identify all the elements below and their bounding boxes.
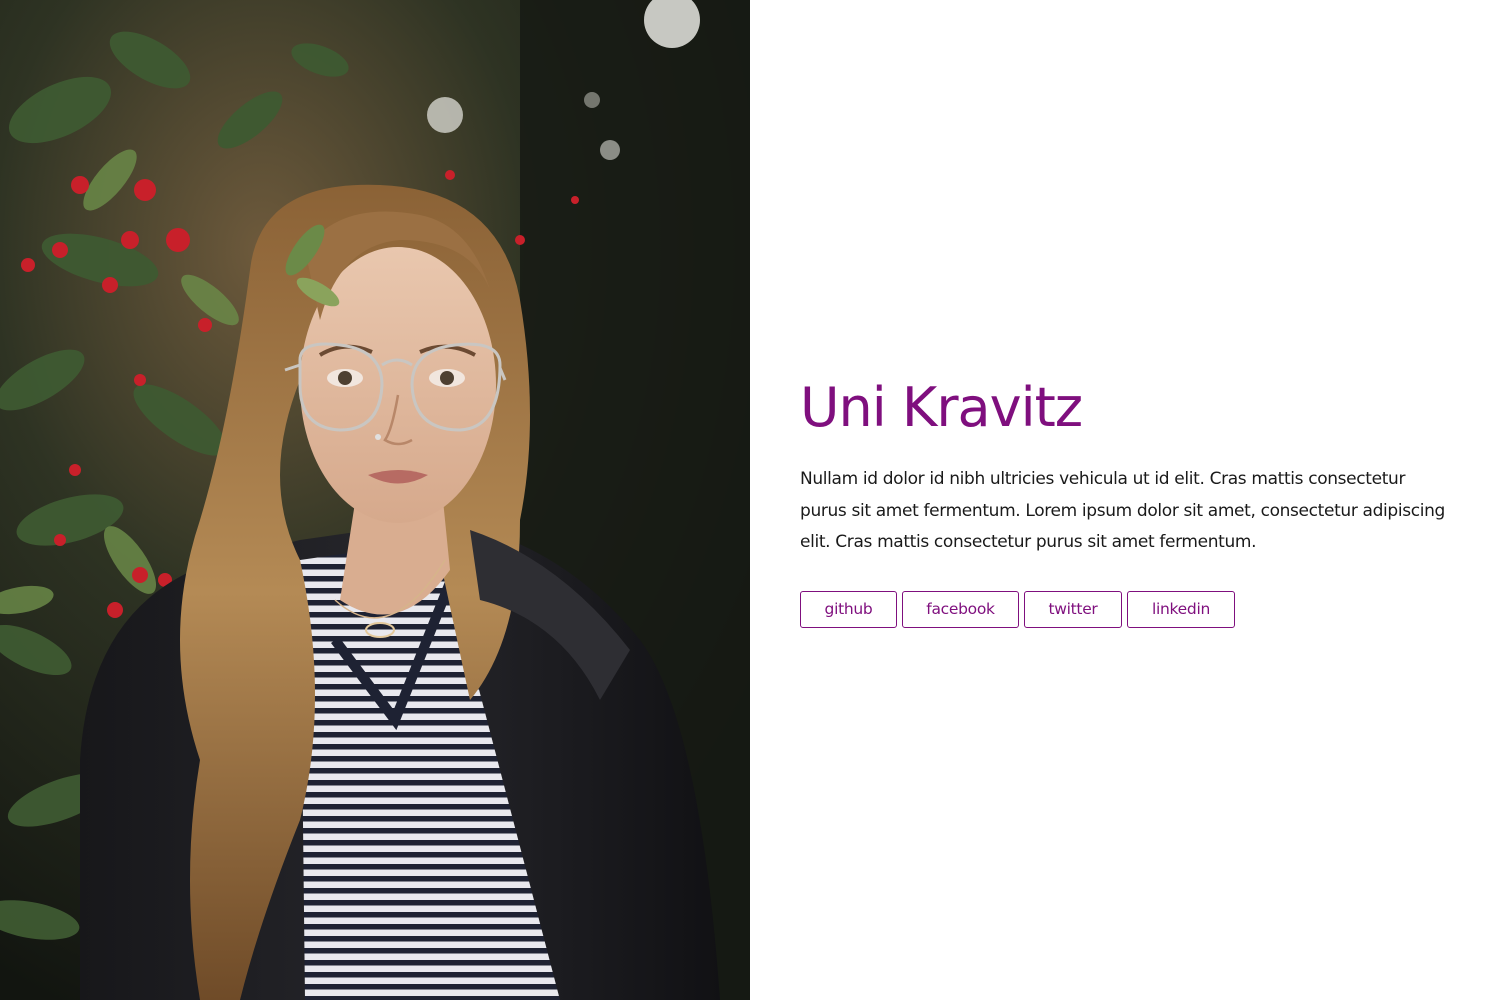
portrait-illustration	[0, 0, 750, 1000]
profile-content: Uni Kravitz Nullam id dolor id nibh ultr…	[750, 0, 1500, 1000]
profile-page: Uni Kravitz Nullam id dolor id nibh ultr…	[0, 0, 1500, 1000]
profile-bio: Nullam id dolor id nibh ultricies vehicu…	[800, 469, 1445, 552]
linkedin-button[interactable]: linkedin	[1127, 590, 1235, 628]
social-links: github facebook twitter linkedin	[800, 590, 1460, 628]
twitter-button[interactable]: twitter	[1024, 590, 1122, 628]
profile-name: Uni Kravitz	[800, 376, 1083, 439]
github-button[interactable]: github	[800, 590, 897, 628]
profile-info: Uni Kravitz Nullam id dolor id nibh ultr…	[800, 378, 1460, 628]
facebook-button[interactable]: facebook	[902, 590, 1019, 628]
portrait-photo	[0, 0, 750, 1000]
